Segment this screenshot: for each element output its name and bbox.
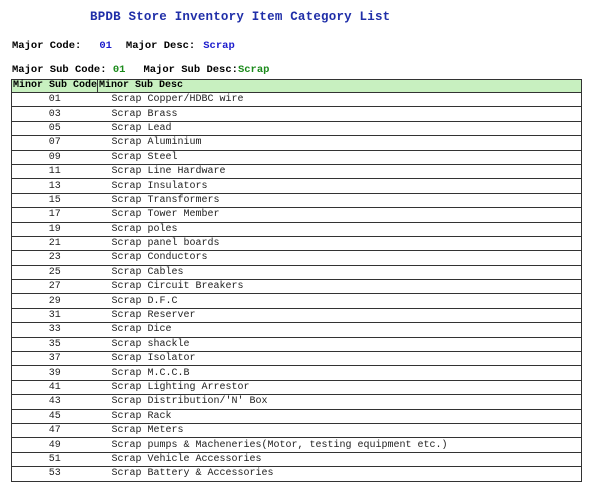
minor-sub-desc-cell: Scrap Vehicle Accessories [97,451,582,468]
table-row: 29 Scrap D.F.C [11,293,582,309]
minor-sub-code-cell: 09 [11,149,98,165]
table-row: 09 Scrap Steel [11,149,582,165]
minor-sub-desc-cell: Scrap Lighting Arrestor [97,379,582,396]
minor-sub-desc-cell: Scrap Conductors [97,250,582,266]
minor-sub-code-cell: 49 [11,437,98,453]
minor-sub-desc-cell: Scrap Steel [97,149,582,165]
minor-sub-desc-cell: Scrap panel boards [97,235,582,252]
minor-sub-desc-cell: Scrap Reserver [97,307,582,324]
minor-sub-code-cell: 39 [11,365,98,381]
minor-sub-code-cell: 37 [11,351,98,367]
minor-sub-code-cell: 03 [11,106,98,122]
table-row: 07 Scrap Aluminium [11,135,582,151]
table-row: 13 Scrap Insulators [11,178,582,194]
minor-sub-code-cell: 17 [11,207,98,223]
minor-sub-desc-cell: Scrap Line Hardware [97,163,582,180]
major-sub-code-value: 01 [112,64,126,76]
minor-sub-desc-cell: Scrap Dice [97,322,582,338]
table-row: 47 Scrap Meters [11,422,582,439]
major-desc-label: Major Desc: [125,40,196,52]
table-row: 03 Scrap Brass [11,106,582,122]
minor-sub-code-cell: 23 [11,250,98,266]
major-sub-code-label: Major Sub Code: [12,64,107,76]
minor-sub-desc-cell: Scrap Tower Member [97,207,582,223]
minor-sub-code-cell: 13 [11,178,98,194]
page-title: BPDB Store Inventory Item Category List [90,10,391,24]
minor-sub-desc-cell: Scrap Rack [97,408,582,424]
table-row: 05 Scrap Lead [11,120,582,137]
minor-sub-desc-cell: Scrap Circuit Breakers [97,279,582,295]
minor-sub-desc-cell: Scrap Lead [97,120,582,137]
minor-sub-desc-cell: Scrap poles [97,221,582,237]
minor-sub-desc-cell: Scrap pumps & Macheneries(Motor, testing… [97,437,582,453]
table-row: 17 Scrap Tower Member [11,207,582,223]
minor-sub-code-cell: 05 [11,120,98,137]
minor-sub-code-cell: 47 [11,422,98,439]
minor-sub-desc-cell: Scrap Transformers [97,192,582,209]
minor-sub-desc-cell: Scrap D.F.C [97,293,582,309]
minor-sub-desc-cell: Scrap Brass [97,106,582,122]
category-table: Minor Sub Code Minor Sub Desc 01 Scrap Co… [11,79,582,482]
table-row: 25 Scrap Cables [11,264,582,281]
minor-sub-code-cell: 33 [11,322,98,338]
minor-sub-desc-cell: Scrap M.C.C.B [97,365,582,381]
table-row: 37 Scrap Isolator [11,351,582,367]
minor-sub-code-cell: 29 [11,293,98,309]
minor-sub-code-cell: 15 [11,192,98,209]
table-row: 19 Scrap poles [11,221,582,237]
table-row: 15 Scrap Transformers [11,192,582,209]
major-code-value: 01 [99,40,112,52]
table-row: 27 Scrap Circuit Breakers [11,279,582,295]
minor-sub-code-cell: 07 [11,135,98,151]
minor-sub-desc-cell: Scrap Battery & Accessories [97,466,582,482]
table-row: 35 Scrap shackle [11,336,582,353]
minor-sub-code-cell: 31 [11,307,98,324]
minor-sub-desc-cell: Scrap Aluminium [97,135,582,151]
minor-sub-desc-cell: Scrap Meters [97,422,582,439]
minor-sub-code-cell: 51 [11,451,98,468]
minor-sub-desc-cell: Scrap Copper/HDBC wire [97,91,582,108]
minor-sub-code-cell: 45 [11,408,98,424]
table-row: 53 Scrap Battery & Accessories [11,466,582,482]
major-sub-info: Major Sub Code: 01 Major Sub Desc:Scrap [12,64,269,76]
table-row: 45 Scrap Rack [11,408,582,424]
header-minor-sub-desc: Minor Sub Desc [97,79,582,93]
table-row: 31 Scrap Reserver [11,307,582,324]
major-sub-desc-value: Scrap [237,64,270,76]
minor-sub-code-cell: 19 [11,221,98,237]
major-code-label: Major Code: [12,40,82,52]
header-minor-sub-code: Minor Sub Code [11,79,98,93]
table-row: 41 Scrap Lighting Arrestor [11,379,582,396]
minor-sub-desc-cell: Scrap shackle [97,336,582,353]
table-row: 11 Scrap Line Hardware [11,163,582,180]
minor-sub-desc-cell: Scrap Cables [97,264,582,281]
table-row: 49 Scrap pumps & Macheneries(Motor, testi… [11,437,582,453]
table-row: 51 Scrap Vehicle Accessories [11,451,582,468]
minor-sub-desc-cell: Scrap Distribution/'N' Box [97,394,582,410]
major-sub-desc-label: Major Sub Desc: [143,64,238,76]
table-row: 01 Scrap Copper/HDBC wire [11,91,582,108]
minor-sub-desc-cell: Scrap Insulators [97,178,582,194]
minor-sub-code-cell: 11 [11,163,98,180]
major-info: Major Code: 01 Major Desc: Scrap [12,40,235,52]
table-row: 39 Scrap M.C.C.B [11,365,582,381]
minor-sub-desc-cell: Scrap Isolator [97,351,582,367]
major-desc-value: Scrap [203,40,235,52]
minor-sub-code-cell: 21 [11,235,98,252]
minor-sub-code-cell: 25 [11,264,98,281]
table-row: 33 Scrap Dice [11,322,582,338]
minor-sub-code-cell: 35 [11,336,98,353]
minor-sub-code-cell: 27 [11,279,98,295]
minor-sub-code-cell: 01 [11,91,98,108]
minor-sub-code-cell: 41 [11,379,98,396]
table-row: 21 Scrap panel boards [11,235,582,252]
minor-sub-code-cell: 53 [11,466,98,482]
table-header-row: Minor Sub Code Minor Sub Desc [11,79,582,93]
table-row: 23 Scrap Conductors [11,250,582,266]
table-row: 43 Scrap Distribution/'N' Box [11,394,582,410]
minor-sub-code-cell: 43 [11,394,98,410]
